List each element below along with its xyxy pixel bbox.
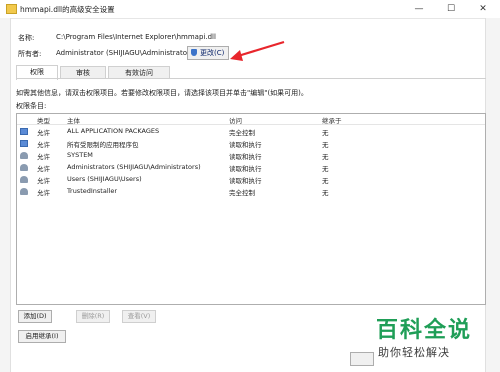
row-access: 完全控制 bbox=[229, 129, 255, 137]
remove-button[interactable]: 删除(R) bbox=[76, 310, 110, 323]
row-principal: TrustedInstaller bbox=[67, 187, 118, 195]
row-type: 允许 bbox=[37, 141, 50, 149]
row-inherited: 无 bbox=[322, 177, 329, 185]
row-type: 允许 bbox=[37, 129, 50, 137]
close-button[interactable]: ✕ bbox=[468, 0, 498, 18]
row-type: 允许 bbox=[37, 177, 50, 185]
enable-inheritance-button[interactable]: 启用继承(I) bbox=[18, 330, 66, 343]
header-principal[interactable]: 主体 bbox=[67, 115, 80, 125]
users-icon bbox=[20, 176, 28, 183]
change-owner-label: 更改(C) bbox=[200, 49, 225, 57]
row-principal: ALL APPLICATION PACKAGES bbox=[67, 127, 160, 135]
row-access: 读取和执行 bbox=[229, 165, 262, 173]
tab-divider bbox=[16, 78, 486, 79]
row-access: 读取和执行 bbox=[229, 141, 262, 149]
view-button[interactable]: 查看(V) bbox=[122, 310, 156, 323]
row-inherited: 无 bbox=[322, 165, 329, 173]
change-owner-button[interactable]: 更改(C) bbox=[187, 46, 229, 60]
row-inherited: 无 bbox=[322, 129, 329, 137]
header-type[interactable]: 类型 bbox=[37, 115, 50, 125]
watermark-title: 百科全说 bbox=[376, 318, 473, 343]
table-row[interactable]: 允许 TrustedInstaller 完全控制 无 bbox=[17, 187, 485, 197]
background-window-strip bbox=[0, 18, 11, 372]
security-settings-window: hmmapi.dll的高级安全设置 — ☐ ✕ 名称: C:\Program F… bbox=[0, 0, 500, 372]
package-icon bbox=[20, 140, 28, 147]
hint-text: 如需其他信息，请双击权限项目。若要修改权限项目，请选择该项目并单击"编辑"(如果… bbox=[16, 89, 308, 97]
permission-entries-list[interactable]: 类型 主体 访问 继承于 允许 ALL APPLICATION PACKAGES… bbox=[16, 113, 486, 305]
window-title: hmmapi.dll的高级安全设置 bbox=[20, 5, 115, 14]
row-access: 完全控制 bbox=[229, 189, 255, 197]
row-type: 允许 bbox=[37, 165, 50, 173]
maximize-button[interactable]: ☐ bbox=[436, 0, 466, 18]
row-inherited: 无 bbox=[322, 141, 329, 149]
header-access[interactable]: 访问 bbox=[229, 115, 242, 125]
watermark-logo: 百科全说 助你轻松解决 bbox=[372, 312, 492, 364]
add-button[interactable]: 添加(D) bbox=[18, 310, 52, 323]
users-icon bbox=[20, 164, 28, 171]
header-inherited[interactable]: 继承于 bbox=[322, 115, 342, 125]
name-label: 名称: bbox=[18, 34, 35, 42]
table-row[interactable]: 允许 Users (SHIJIAGU\Users) 读取和执行 无 bbox=[17, 175, 485, 185]
list-header: 类型 主体 访问 继承于 bbox=[17, 114, 485, 125]
table-row[interactable]: 允许 SYSTEM 读取和执行 无 bbox=[17, 151, 485, 161]
shield-icon bbox=[191, 49, 197, 56]
row-inherited: 无 bbox=[322, 153, 329, 161]
folder-icon bbox=[6, 4, 17, 14]
row-type: 允许 bbox=[37, 189, 50, 197]
row-principal: Users (SHIJIAGU\Users) bbox=[67, 175, 142, 183]
row-principal: Administrators (SHIJIAGU\Administrators) bbox=[67, 163, 201, 171]
title-bar: hmmapi.dll的高级安全设置 — ☐ ✕ bbox=[0, 0, 500, 19]
table-row[interactable]: 允许 Administrators (SHIJIAGU\Administrato… bbox=[17, 163, 485, 173]
row-principal: 所有受限制的应用程序包 bbox=[67, 141, 139, 149]
owner-value: Administrator (SHIJIAGU\Administrator) bbox=[56, 49, 193, 57]
row-access: 读取和执行 bbox=[229, 177, 262, 185]
owner-label: 所有者: bbox=[18, 50, 42, 58]
table-row[interactable]: 允许 所有受限制的应用程序包 读取和执行 无 bbox=[17, 139, 485, 149]
row-access: 读取和执行 bbox=[229, 153, 262, 161]
row-type: 允许 bbox=[37, 153, 50, 161]
users-icon bbox=[20, 188, 28, 195]
name-value: C:\Program Files\Internet Explorer\hmmap… bbox=[56, 33, 216, 41]
ok-button[interactable] bbox=[350, 352, 374, 366]
entries-label: 权限条目: bbox=[16, 102, 47, 110]
watermark-subtitle: 助你轻松解决 bbox=[378, 346, 450, 359]
row-principal: SYSTEM bbox=[67, 151, 93, 159]
red-arrow-icon bbox=[230, 40, 285, 61]
package-icon bbox=[20, 128, 28, 135]
row-inherited: 无 bbox=[322, 189, 329, 197]
table-row[interactable]: 允许 ALL APPLICATION PACKAGES 完全控制 无 bbox=[17, 127, 485, 137]
users-icon bbox=[20, 152, 28, 159]
minimize-button[interactable]: — bbox=[404, 0, 434, 18]
